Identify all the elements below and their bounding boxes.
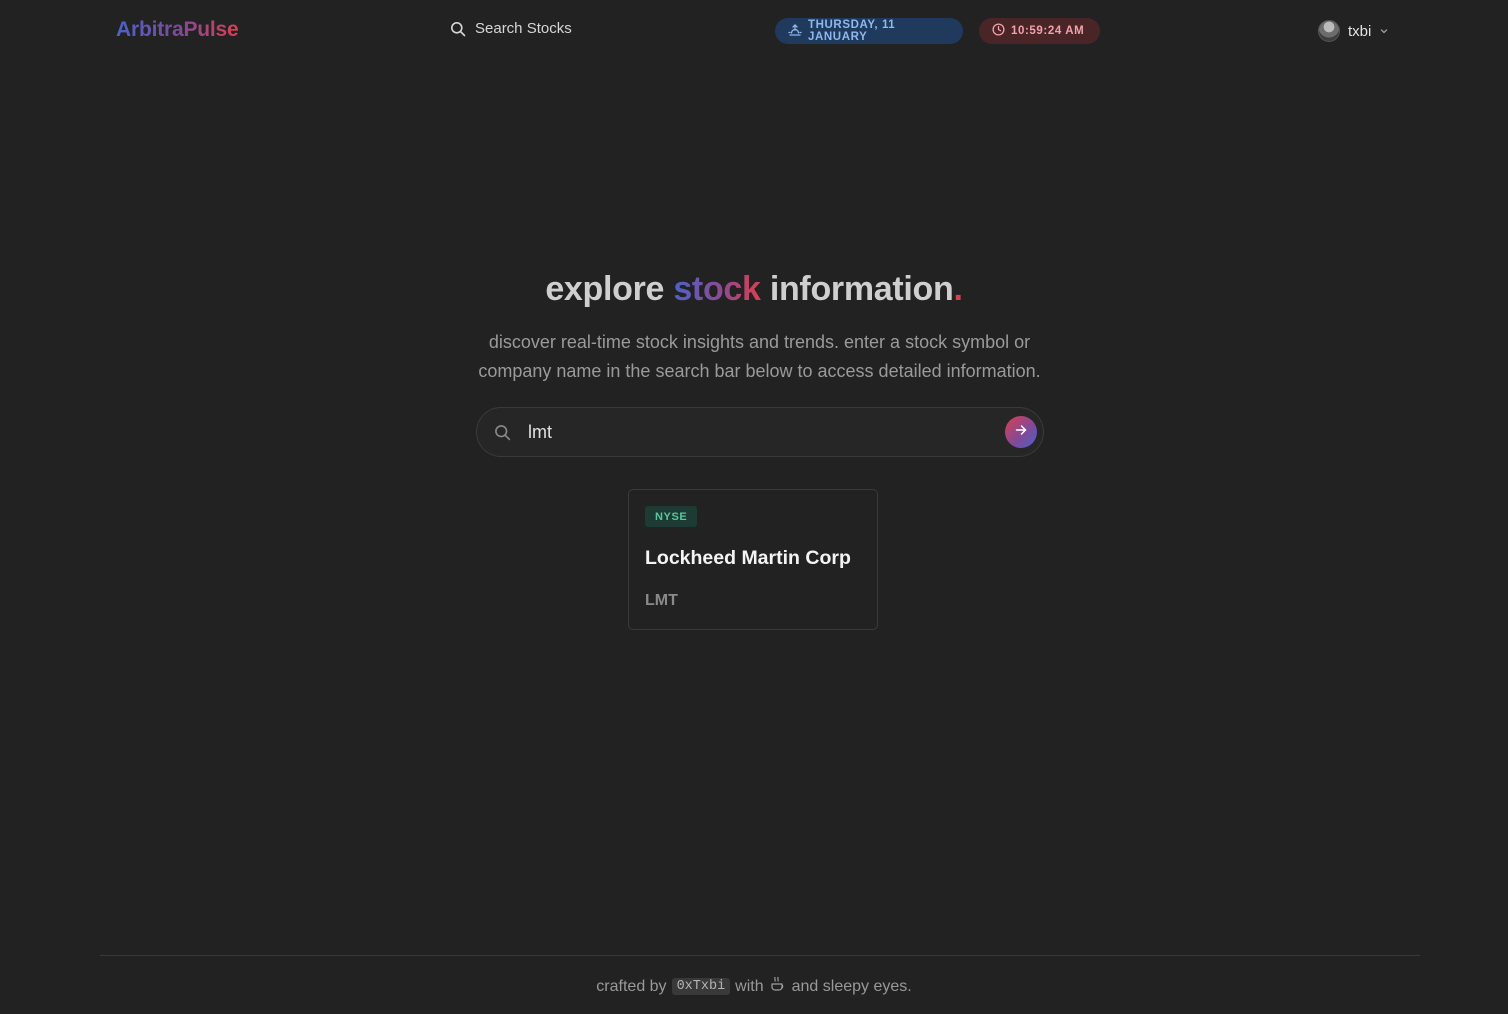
clock-icon bbox=[992, 23, 1005, 39]
nav-search-button[interactable]: Search Stocks bbox=[450, 20, 572, 37]
exchange-badge: NYSE bbox=[645, 506, 698, 527]
avatar bbox=[1318, 20, 1340, 42]
page-description: discover real-time stock insights and tr… bbox=[478, 332, 1041, 381]
date-badge: THURSDAY, 11 JANUARY bbox=[775, 18, 963, 44]
ticker-symbol: LMT bbox=[645, 592, 678, 609]
sunrise-icon bbox=[788, 23, 802, 40]
arrow-right-icon bbox=[1014, 423, 1028, 442]
author-handle[interactable]: 0xTxbi bbox=[671, 978, 731, 995]
page-title: explore stock information. bbox=[0, 270, 1508, 309]
company-name: Lockheed Martin Corp bbox=[645, 547, 851, 569]
coffee-icon bbox=[769, 975, 787, 998]
title-highlight: stock bbox=[673, 270, 761, 308]
footer: crafted by 0xTxbi with and sleepy eyes. bbox=[0, 975, 1508, 998]
nav-search-label: Search Stocks bbox=[475, 20, 572, 37]
user-menu[interactable]: txbi bbox=[1318, 20, 1389, 42]
time-text: 10:59:24 AM bbox=[1011, 25, 1085, 37]
title-suffix: information bbox=[769, 270, 954, 308]
footer-divider bbox=[100, 955, 1420, 956]
stock-result-card[interactable]: NYSE Lockheed Martin Corp LMT bbox=[628, 489, 878, 630]
stock-search-bar bbox=[476, 407, 1044, 457]
footer-middle: with bbox=[735, 977, 764, 995]
search-icon bbox=[494, 424, 511, 441]
title-dot: . bbox=[953, 270, 963, 308]
footer-suffix: and sleepy eyes. bbox=[791, 977, 912, 995]
footer-prefix: crafted by bbox=[596, 977, 667, 995]
date-text: THURSDAY, 11 JANUARY bbox=[808, 19, 896, 43]
user-name: txbi bbox=[1348, 22, 1372, 40]
chevron-down-icon bbox=[1379, 23, 1389, 40]
stock-search-input[interactable] bbox=[526, 420, 1005, 444]
time-badge: 10:59:24 AM bbox=[979, 18, 1100, 44]
title-prefix: explore bbox=[545, 270, 665, 308]
app-logo[interactable]: ArbitraPulse bbox=[116, 18, 239, 42]
search-submit-button[interactable] bbox=[1005, 416, 1037, 448]
page: ArbitraPulse Search Stocks THURSDAY, 11 … bbox=[0, 0, 1508, 1014]
search-icon bbox=[450, 21, 466, 37]
